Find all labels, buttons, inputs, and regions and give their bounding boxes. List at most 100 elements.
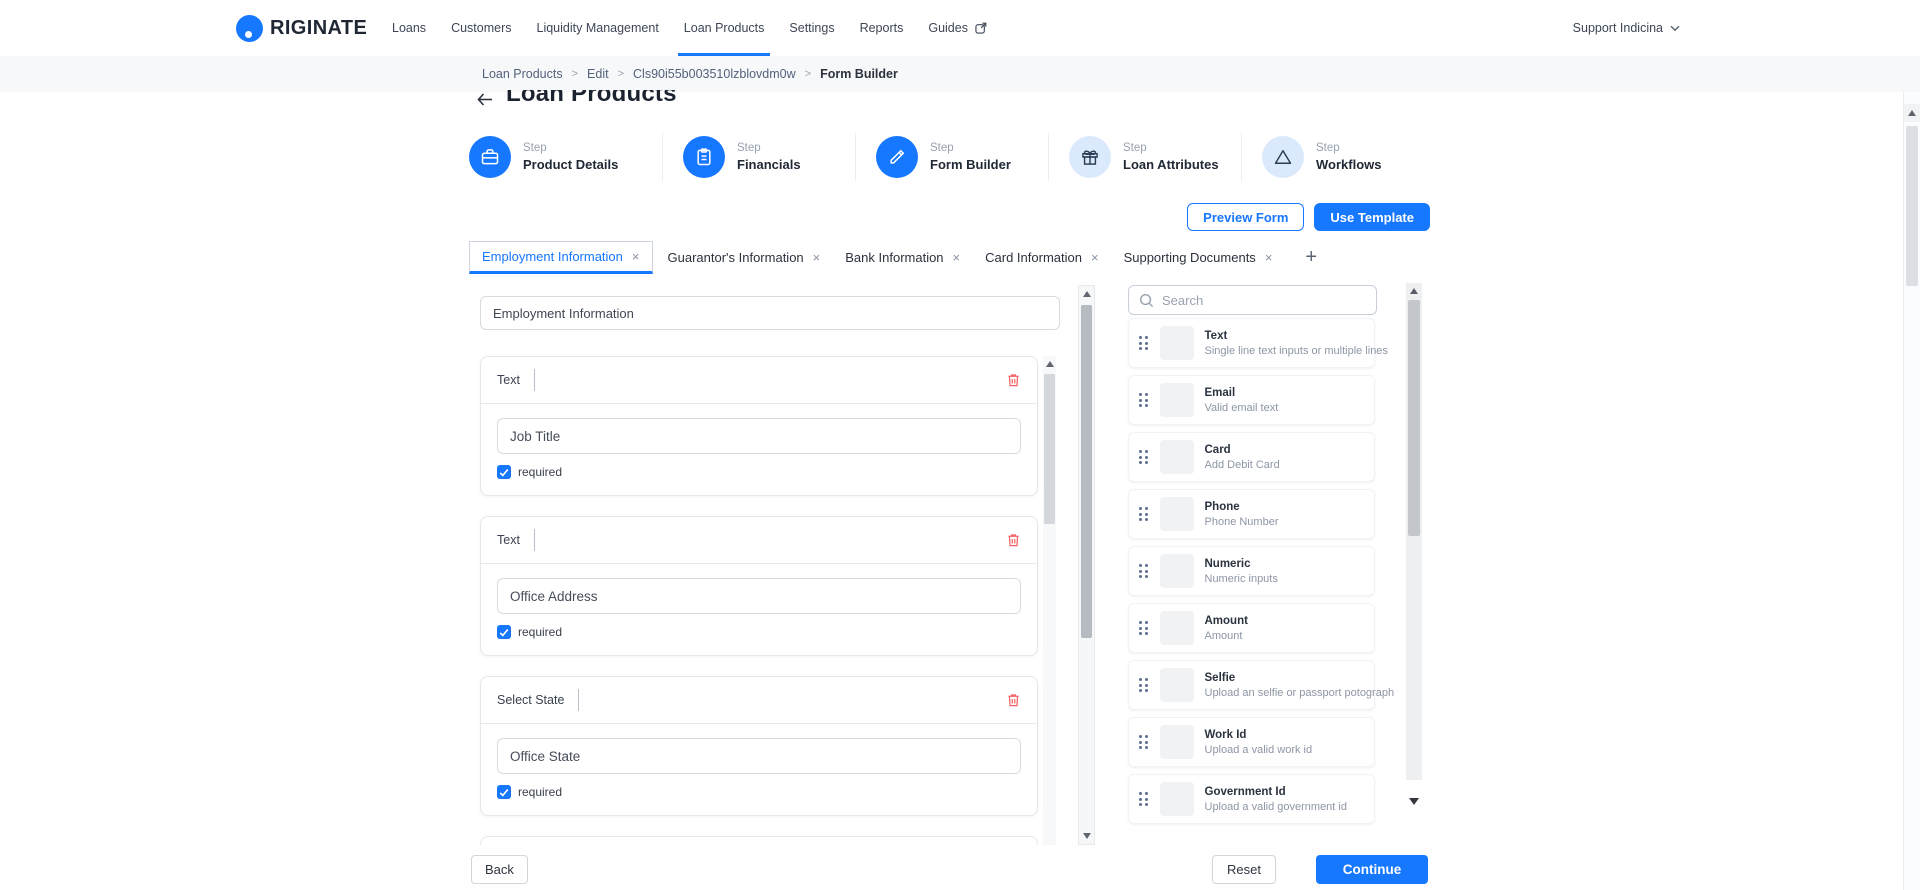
step-financials[interactable]: Step Financials [662, 133, 855, 181]
palette-item-government-id[interactable]: Government Id Upload a valid government i… [1128, 774, 1375, 824]
search-input[interactable] [1162, 292, 1366, 308]
step-product-details[interactable]: Step Product Details [469, 133, 662, 181]
trash-icon[interactable] [1006, 372, 1021, 388]
nav-item-label: Customers [451, 21, 512, 35]
scrollbar-thumb[interactable] [1408, 300, 1420, 536]
close-icon[interactable]: × [1091, 251, 1099, 264]
scroll-up-icon[interactable] [1904, 104, 1920, 122]
field-type-label[interactable]: Text [497, 533, 520, 547]
nav-item-guides[interactable]: Guides [928, 0, 988, 56]
field-type-label[interactable]: Text [497, 373, 520, 387]
palette-item-phone[interactable]: Phone Phone Number [1128, 489, 1375, 539]
nav-item-reports[interactable]: Reports [860, 0, 904, 56]
tab-label: Bank Information [845, 250, 944, 265]
palette-item-numeric[interactable]: Numeric Numeric inputs [1128, 546, 1375, 596]
close-icon[interactable]: × [1265, 251, 1273, 264]
nav-item-customers[interactable]: Customers [451, 0, 511, 56]
step-name: Workflows [1316, 157, 1382, 172]
field-label-input[interactable] [497, 738, 1021, 774]
nav-item-loan-products[interactable]: Loan Products [677, 0, 770, 56]
back-arrow-icon[interactable] [477, 93, 493, 106]
tab-card-information[interactable]: Card Information × [975, 241, 1108, 274]
nav-item-liquidity-management[interactable]: Liquidity Management [537, 0, 659, 56]
tab-bank-information[interactable]: Bank Information × [835, 241, 970, 274]
palette-item-title: Text [1204, 329, 1228, 342]
palette-item-title: Card [1204, 443, 1231, 456]
brand-logo-icon [236, 14, 263, 42]
tab-employment-information[interactable]: Employment Information × [469, 241, 653, 274]
palette-item-card[interactable]: Card Add Debit Card [1128, 432, 1375, 482]
scroll-up-icon[interactable] [1079, 286, 1094, 302]
scroll-up-icon[interactable] [1410, 288, 1418, 294]
step-name: Product Details [523, 157, 619, 172]
required-checkbox[interactable] [497, 465, 511, 479]
drag-handle-icon[interactable] [1139, 564, 1148, 578]
nav-item-label: Loan Products [683, 21, 765, 35]
scrollbar-thumb[interactable] [1081, 305, 1092, 638]
close-icon[interactable]: × [813, 251, 821, 264]
field-label-input[interactable] [497, 418, 1021, 454]
field-card: Select State required [480, 676, 1038, 816]
palette-item-thumbnail [1159, 611, 1194, 645]
nav-item-loans[interactable]: Loans [392, 0, 426, 56]
tab-guarantors-information[interactable]: Guarantor's Information × [658, 241, 831, 274]
required-label: required [518, 465, 563, 479]
close-icon[interactable]: × [632, 250, 640, 263]
page-scrollbar[interactable] [1903, 92, 1920, 890]
brand-logo[interactable]: RIGINATE [236, 0, 367, 56]
trash-icon[interactable] [1006, 692, 1021, 708]
palette-item-email[interactable]: Email Valid email text [1128, 375, 1375, 425]
section-name-input[interactable] [480, 296, 1060, 330]
drag-handle-icon[interactable] [1139, 450, 1148, 464]
breadcrumb: Loan Products > Edit > Cls90i55b003510lz… [0, 56, 1920, 92]
drag-handle-icon[interactable] [1139, 792, 1148, 806]
drag-handle-icon[interactable] [1139, 621, 1148, 635]
use-template-button[interactable]: Use Template [1314, 203, 1430, 231]
palette-item-work-id[interactable]: Work Id Upload a valid work id [1128, 717, 1375, 767]
top-nav: RIGINATE Loans Customers Liquidity Manag… [0, 0, 1920, 56]
canvas-scrollbar[interactable] [1078, 285, 1095, 845]
required-checkbox[interactable] [497, 625, 511, 639]
palette-item-amount[interactable]: Amount Amount [1128, 603, 1375, 653]
text-cursor [578, 689, 580, 711]
scrollbar-thumb[interactable] [1906, 126, 1918, 286]
back-button[interactable]: Back [471, 855, 528, 884]
continue-button[interactable]: Continue [1316, 855, 1428, 884]
breadcrumb-loan-products[interactable]: Loan Products [482, 67, 563, 81]
nav-item-settings[interactable]: Settings [789, 0, 834, 56]
scroll-down-icon[interactable] [1079, 828, 1094, 844]
step-label: Step [930, 142, 954, 154]
palette-item-thumbnail [1159, 554, 1194, 588]
preview-form-button[interactable]: Preview Form [1187, 203, 1305, 231]
drag-handle-icon[interactable] [1139, 507, 1148, 521]
text-cursor [533, 369, 535, 391]
breadcrumb-edit[interactable]: Edit [587, 67, 609, 81]
add-tab-button[interactable]: + [1295, 241, 1327, 274]
palette-item-text[interactable]: Text Single line text inputs or multiple … [1128, 318, 1388, 368]
drag-handle-icon[interactable] [1139, 336, 1148, 350]
palette-item-selfie[interactable]: Selfie Upload an selfie or passport potog… [1128, 660, 1394, 710]
palette-scrollbar[interactable] [1406, 283, 1422, 809]
step-workflows[interactable]: Step Workflows [1241, 133, 1434, 181]
close-icon[interactable]: × [953, 251, 961, 264]
drag-handle-icon[interactable] [1139, 678, 1148, 692]
palette-item-title: Phone [1204, 500, 1240, 513]
drag-handle-icon[interactable] [1139, 735, 1148, 749]
reset-button[interactable]: Reset [1212, 855, 1276, 884]
form-scrollbar[interactable] [1043, 356, 1056, 845]
step-form-builder[interactable]: Step Form Builder [855, 133, 1048, 181]
tab-label: Supporting Documents [1123, 250, 1256, 265]
breadcrumb-product-id[interactable]: Cls90i55b003510lzblovdm0w [633, 67, 796, 81]
drag-handle-icon[interactable] [1139, 393, 1148, 407]
scroll-down-icon[interactable] [1409, 798, 1419, 805]
trash-icon[interactable] [1006, 532, 1021, 548]
scrollbar-thumb[interactable] [1044, 374, 1055, 524]
field-card: Text required [480, 356, 1038, 496]
field-label-input[interactable] [497, 578, 1021, 614]
required-checkbox[interactable] [497, 785, 511, 799]
account-menu[interactable]: Support Indicina [1573, 0, 1680, 56]
field-type-label[interactable]: Select State [497, 693, 564, 707]
tab-supporting-documents[interactable]: Supporting Documents × [1114, 241, 1283, 274]
step-loan-attributes[interactable]: Step Loan Attributes [1048, 133, 1241, 181]
scroll-up-icon[interactable] [1045, 361, 1054, 367]
